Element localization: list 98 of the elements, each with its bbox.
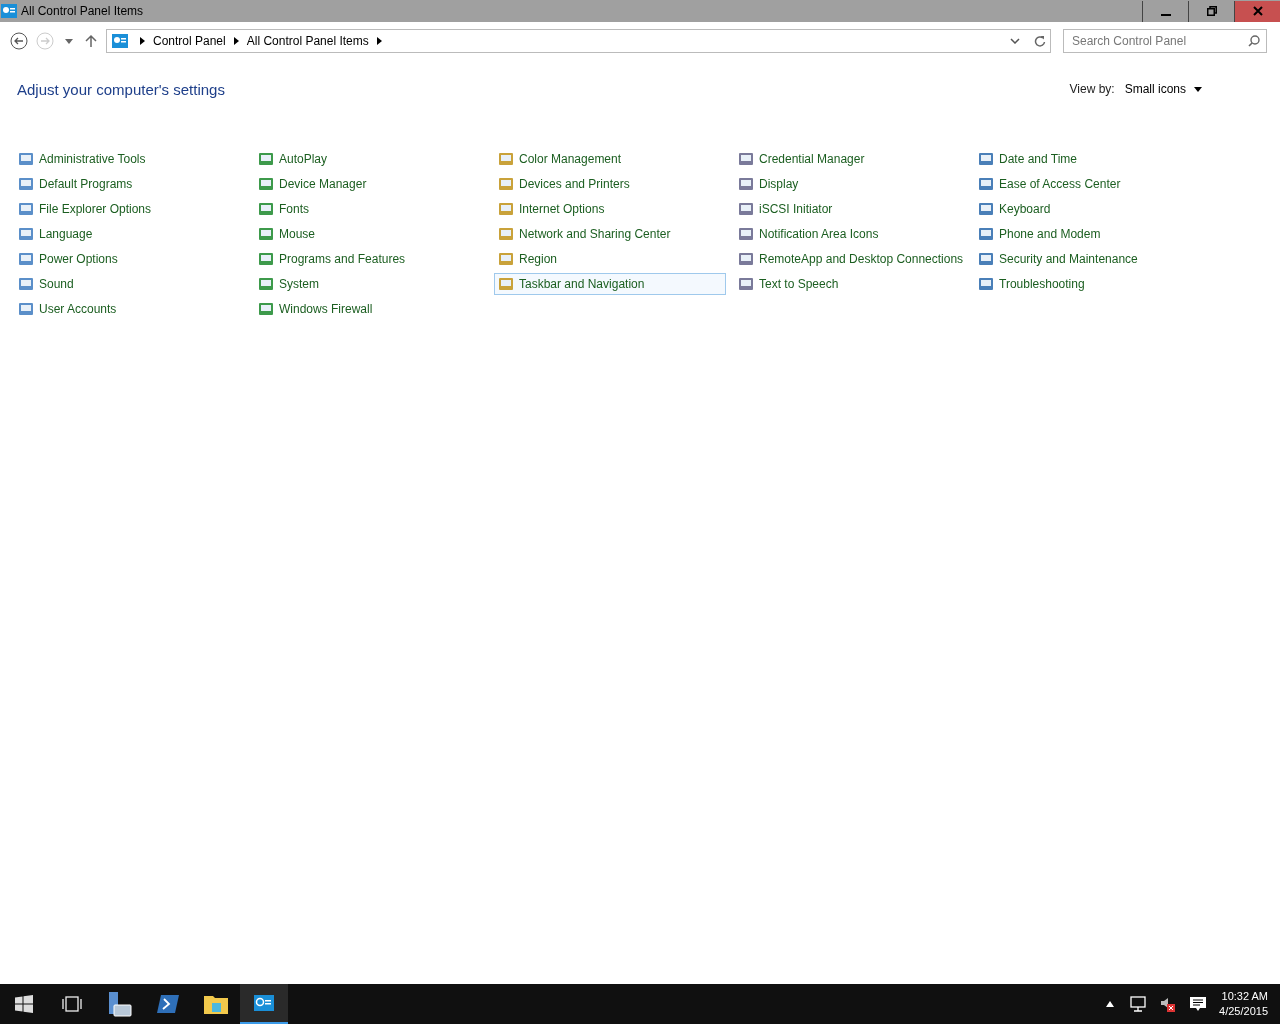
clock-date: 4/25/2015 xyxy=(1219,1004,1268,1019)
control-panel-item[interactable]: Color Management xyxy=(494,148,726,170)
control-panel-item[interactable]: iSCSI Initiator xyxy=(734,198,966,220)
control-panel-item[interactable]: Device Manager xyxy=(254,173,486,195)
control-panel-icon xyxy=(112,34,128,48)
applet-icon xyxy=(978,151,994,167)
close-icon xyxy=(1252,6,1263,16)
control-panel-item[interactable]: File Explorer Options xyxy=(14,198,246,220)
speaker-muted-icon[interactable] xyxy=(1160,996,1177,1012)
network-icon[interactable] xyxy=(1128,996,1147,1012)
refresh-icon[interactable] xyxy=(1034,35,1046,47)
control-panel-item[interactable]: Administrative Tools xyxy=(14,148,246,170)
applet-icon xyxy=(738,176,754,192)
applet-icon xyxy=(498,201,514,217)
applet-icon xyxy=(738,226,754,242)
applet-icon xyxy=(498,251,514,267)
applet-icon xyxy=(978,201,994,217)
restore-icon xyxy=(1206,6,1217,16)
address-bar[interactable]: Control Panel All Control Panel Items xyxy=(106,29,1051,53)
minimize-icon xyxy=(1160,14,1171,16)
control-panel-taskbar-button[interactable] xyxy=(240,984,288,1024)
control-panel-item[interactable]: Internet Options xyxy=(494,198,726,220)
breadcrumb[interactable]: Control Panel xyxy=(153,34,226,48)
applet-icon xyxy=(978,276,994,292)
back-button[interactable] xyxy=(8,30,30,52)
applet-icon xyxy=(258,251,274,267)
applet-icon xyxy=(18,251,34,267)
applet-icon xyxy=(978,226,994,242)
applet-icon xyxy=(258,176,274,192)
applet-icon xyxy=(18,301,34,317)
control-panel-item[interactable]: Programs and Features xyxy=(254,248,486,270)
control-panel-item[interactable]: Mouse xyxy=(254,223,486,245)
control-panel-item[interactable]: Network and Sharing Center xyxy=(494,223,726,245)
control-panel-item[interactable]: Ease of Access Center xyxy=(974,173,1206,195)
dropdown-icon[interactable] xyxy=(1010,38,1020,44)
applet-icon xyxy=(18,176,34,192)
clock-time: 10:32 AM xyxy=(1221,989,1268,1004)
view-by-label: View by: xyxy=(1069,82,1115,96)
applet-icon xyxy=(738,151,754,167)
applet-icon xyxy=(258,151,274,167)
clock[interactable]: 10:32 AM 4/25/2015 xyxy=(1213,989,1280,1019)
control-panel-item[interactable]: AutoPlay xyxy=(254,148,486,170)
applet-icon xyxy=(498,276,514,292)
control-panel-item[interactable]: Security and Maintenance xyxy=(974,248,1206,270)
control-panel-item[interactable]: Keyboard xyxy=(974,198,1206,220)
caret-icon xyxy=(1194,86,1202,92)
view-by-dropdown[interactable]: Small icons xyxy=(1124,82,1202,96)
applet-icon xyxy=(18,151,34,167)
applet-icon xyxy=(258,301,274,317)
control-panel-item[interactable]: Language xyxy=(14,223,246,245)
caret-icon xyxy=(65,38,73,44)
show-hidden-icons-icon[interactable] xyxy=(1106,1001,1115,1007)
close-button[interactable] xyxy=(1234,0,1280,22)
windows-logo-icon xyxy=(15,995,33,1013)
chevron-icon xyxy=(376,37,382,45)
control-panel-item[interactable]: Power Options xyxy=(14,248,246,270)
control-panel-item[interactable]: Display xyxy=(734,173,966,195)
window-title: All Control Panel Items xyxy=(21,4,144,18)
applet-icon xyxy=(18,201,34,217)
applet-icon xyxy=(738,201,754,217)
applet-icon xyxy=(258,201,274,217)
applet-icon xyxy=(498,176,514,192)
control-panel-item[interactable]: Region xyxy=(494,248,726,270)
applet-icon xyxy=(978,176,994,192)
control-panel-item[interactable]: Default Programs xyxy=(14,173,246,195)
chevron-icon xyxy=(140,37,145,45)
search-icon xyxy=(1248,35,1260,47)
control-panel-icon xyxy=(1,4,17,18)
control-panel-item[interactable]: Text to Speech xyxy=(734,273,966,295)
chevron-icon xyxy=(233,37,239,45)
applet-icon xyxy=(258,226,274,242)
applet-icon xyxy=(258,276,274,292)
control-panel-item[interactable]: Date and Time xyxy=(974,148,1206,170)
control-panel-item[interactable]: System xyxy=(254,273,486,295)
control-panel-item[interactable]: Troubleshooting xyxy=(974,273,1206,295)
control-panel-item[interactable]: Sound xyxy=(14,273,246,295)
notification-icon[interactable] xyxy=(1190,996,1207,1012)
breadcrumb[interactable]: All Control Panel Items xyxy=(246,34,369,48)
control-panel-item[interactable]: Credential Manager xyxy=(734,148,966,170)
control-panel-item[interactable]: Fonts xyxy=(254,198,486,220)
applet-icon xyxy=(978,251,994,267)
applet-icon xyxy=(738,276,754,292)
applet-icon xyxy=(18,226,34,242)
applet-icon xyxy=(18,276,34,292)
control-panel-item[interactable]: Devices and Printers xyxy=(494,173,726,195)
control-panel-item[interactable]: Phone and Modem xyxy=(974,223,1206,245)
control-panel-icon xyxy=(254,995,274,1011)
control-panel-item[interactable]: Taskbar and Navigation xyxy=(494,273,726,295)
page-heading: Adjust your computer's settings xyxy=(17,80,225,98)
control-panel-item[interactable]: User Accounts xyxy=(14,298,246,320)
applet-icon xyxy=(498,151,514,167)
task-view-icon xyxy=(62,996,82,1012)
search-field[interactable]: Search Control Panel xyxy=(1063,29,1267,53)
control-panel-item[interactable]: Notification Area Icons xyxy=(734,223,966,245)
applet-icon xyxy=(738,251,754,267)
applet-icon xyxy=(498,226,514,242)
control-panel-item[interactable]: RemoteApp and Desktop Connections xyxy=(734,248,966,270)
control-panel-item[interactable]: Windows Firewall xyxy=(254,298,486,320)
